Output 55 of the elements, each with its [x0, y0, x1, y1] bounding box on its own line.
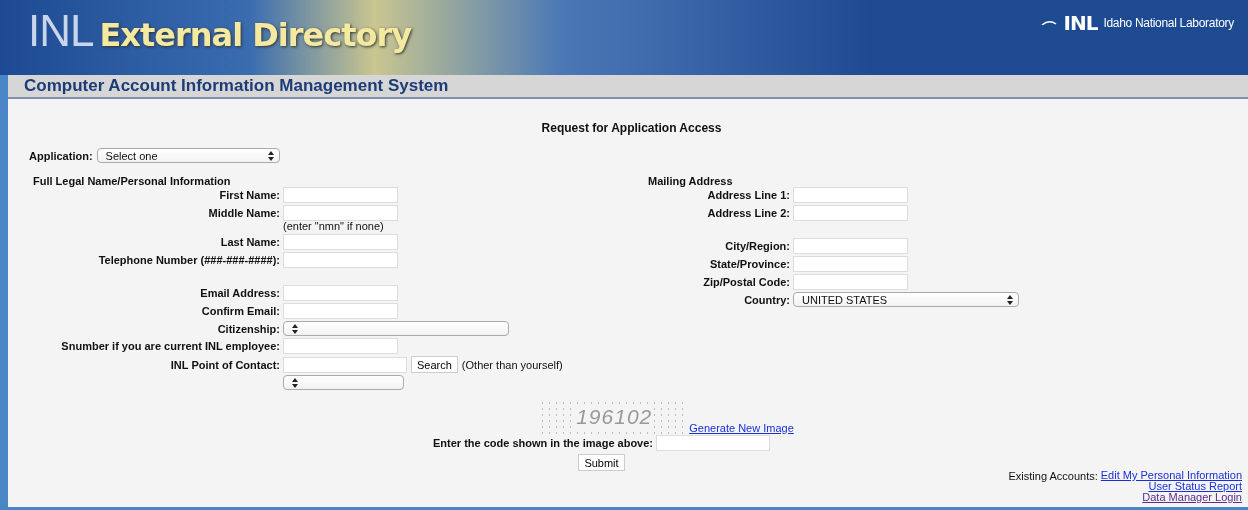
text-field[interactable] — [793, 256, 908, 272]
text-field[interactable] — [793, 205, 908, 221]
form-title: Request for Application Access — [540, 121, 723, 135]
updown-arrows-icon — [1007, 294, 1013, 305]
generate-image-link[interactable]: Generate New Image — [689, 422, 794, 434]
account-link[interactable]: Data Manager Login — [1142, 492, 1242, 503]
field-label: First Name: — [218, 189, 280, 201]
field-label: Snumber if you are current INL employee: — [60, 340, 280, 352]
dropdown[interactable] — [283, 321, 509, 336]
search-button[interactable]: Search — [411, 356, 458, 373]
text-field[interactable] — [283, 356, 407, 373]
text-field[interactable] — [793, 274, 908, 290]
swoosh-icon — [1041, 20, 1058, 25]
field-label: INL Point of Contact: — [169, 358, 280, 371]
field-label: Application: — [29, 149, 93, 162]
text-field[interactable] — [793, 187, 908, 203]
dropdown[interactable] — [283, 375, 404, 390]
text-field[interactable] — [283, 338, 398, 354]
updown-arrows-icon — [292, 323, 298, 334]
field-label: State/Province: — [708, 258, 790, 270]
account-link[interactable]: Edit My Personal Information — [1100, 470, 1242, 481]
org-logo: INL — [1063, 10, 1098, 35]
updown-arrows-icon — [292, 377, 298, 388]
updown-arrows-icon — [267, 150, 274, 161]
text-field[interactable] — [283, 205, 398, 221]
field-label: Confirm Email: — [200, 305, 280, 317]
text-field[interactable] — [283, 285, 398, 301]
system-title: Computer Account Information Management System — [24, 76, 449, 96]
dropdown[interactable]: Select one — [96, 148, 280, 163]
org-name: Idaho National Laboratory — [1103, 15, 1234, 30]
field-label: Country: — [743, 293, 790, 306]
field-label: Citizenship: — [216, 322, 280, 335]
section-heading: Mailing Address — [648, 175, 734, 187]
field-label: Address Line 2: — [706, 207, 790, 219]
dropdown[interactable]: UNITED STATES — [793, 292, 1019, 307]
field-label: Address Line 1: — [706, 189, 790, 201]
hint-text: (Other than yourself) — [461, 358, 563, 371]
account-link[interactable]: User Status Report — [1148, 481, 1242, 492]
existing-accounts-label: Existing Accounts: — [1008, 470, 1098, 484]
field-label: City/Region: — [724, 240, 790, 252]
field-label: Enter the code shown in the image above: — [432, 437, 653, 449]
text-field[interactable] — [283, 303, 398, 319]
text-field[interactable] — [283, 252, 398, 268]
submit-button[interactable]: Submit — [578, 454, 625, 471]
captcha-field[interactable] — [656, 435, 770, 451]
text-field[interactable] — [283, 187, 398, 203]
text-field[interactable] — [283, 234, 398, 250]
field-label: Email Address: — [199, 287, 280, 299]
field-label: Zip/Postal Code: — [702, 276, 790, 288]
field-label: Middle Name: — [207, 207, 280, 219]
text-field[interactable] — [793, 238, 908, 254]
field-label: Telephone Number (###-###-####): — [97, 254, 280, 266]
hint-text: (enter "nmn" if none) — [283, 220, 385, 232]
field-label: Last Name: — [219, 236, 280, 248]
section-heading: Full Legal Name/Personal Information — [33, 175, 232, 187]
